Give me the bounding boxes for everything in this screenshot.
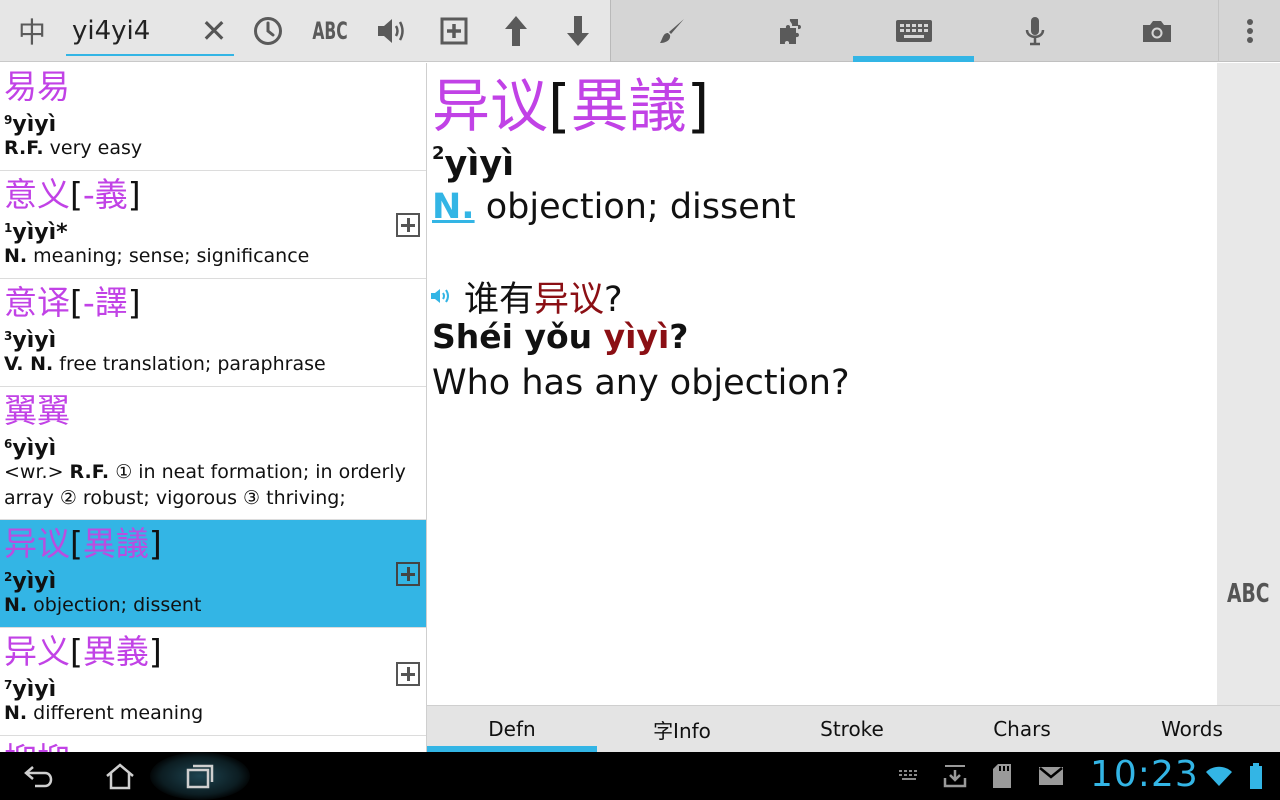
headword: 易易 — [4, 67, 70, 106]
brush-icon — [660, 19, 684, 43]
example-hanzi: 谁有异议? — [464, 280, 623, 320]
keyboard-icon — [895, 20, 932, 42]
detail-tabs: Defn 字Info Stroke Chars Words — [427, 705, 1280, 752]
back-button[interactable] — [0, 752, 80, 800]
search-toolbar: 中 ✕ ABC — [0, 0, 610, 62]
part-of-speech-link[interactable]: N. — [432, 187, 475, 227]
camera-icon — [1143, 21, 1171, 42]
add-to-list-icon[interactable] — [396, 213, 420, 237]
side-strip: ABC — [1217, 63, 1280, 705]
list-item[interactable]: 翼翼 6yìyì <wr.> R.F. ① in neat formation;… — [0, 387, 426, 520]
plus-box-icon — [440, 17, 468, 45]
keyboard-mode-button[interactable] — [853, 0, 974, 62]
voice-mode-button[interactable] — [975, 0, 1095, 62]
arrow-down-icon — [567, 16, 589, 46]
keyboard-status-icon — [896, 752, 924, 800]
previous-entry-button[interactable] — [494, 0, 538, 62]
pinyin: 3yìyì — [4, 328, 57, 353]
home-icon — [106, 763, 134, 790]
home-button[interactable] — [80, 752, 160, 800]
puzzle-icon — [780, 19, 801, 44]
recent-apps-button[interactable] — [160, 752, 240, 800]
history-button[interactable] — [246, 0, 290, 62]
add-to-list-icon[interactable] — [396, 562, 420, 586]
example-pinyin: Shéi yǒu yìyì? — [432, 317, 689, 356]
detail-pinyin: 2yìyì — [432, 143, 515, 184]
arrow-up-icon — [505, 16, 527, 46]
headword: 异义[異義] — [4, 632, 162, 671]
example-translation: Who has any objection? — [432, 363, 850, 403]
handwriting-mode-button[interactable] — [612, 0, 732, 62]
status-clock: 10:23 — [1090, 754, 1199, 795]
gloss: R.F. very easy — [4, 137, 143, 159]
sd-card-status-icon — [988, 752, 1016, 800]
pinyin: 6yìyì — [4, 436, 57, 461]
abc-input-button[interactable]: ABC — [312, 0, 347, 62]
language-toggle-button[interactable]: 中 — [6, 0, 58, 62]
add-to-list-button[interactable] — [432, 0, 476, 62]
definition-pane: 异议[異議] 2yìyì N. objection; dissent 谁有异议?… — [428, 63, 1217, 705]
add-to-list-icon[interactable] — [396, 662, 420, 686]
headword: 翼翼 — [4, 391, 70, 430]
headword: 意译[-譯] — [4, 283, 141, 322]
detail-definition: N. objection; dissent — [432, 187, 796, 227]
list-item[interactable]: 抑抑 — [0, 736, 426, 752]
headword: 异议[異議] — [4, 524, 162, 563]
gloss: N. different meaning — [4, 702, 204, 724]
microphone-icon — [1025, 17, 1045, 46]
list-item[interactable]: 意译[-譯] 3yìyì V. N. free translation; par… — [0, 279, 426, 387]
gloss: N. objection; dissent — [4, 594, 202, 616]
mail-status-icon — [1036, 752, 1066, 800]
pinyin: 2yìyì — [4, 569, 57, 594]
next-entry-button[interactable] — [556, 0, 600, 62]
tab-stroke[interactable]: Stroke — [767, 706, 937, 752]
pronounce-button[interactable] — [370, 0, 414, 62]
list-item[interactable]: 意义[-義] 1yìyì* N. meaning; sense; signifi… — [0, 171, 426, 279]
detail-headword: 异议[異議] — [432, 72, 710, 140]
clear-search-button[interactable]: ✕ — [192, 0, 236, 62]
pinyin: 7yìyì — [4, 677, 57, 702]
result-list[interactable]: 易易 9yìyì R.F. very easy 意义[-義] 1yìyì* N.… — [0, 63, 427, 752]
list-item-selected[interactable]: 异议[異議] 2yìyì N. objection; dissent — [0, 520, 426, 628]
tab-words[interactable]: Words — [1107, 706, 1277, 752]
tab-definition[interactable]: Defn — [427, 706, 597, 752]
tab-chars[interactable]: Chars — [937, 706, 1107, 752]
more-vertical-icon — [1246, 19, 1253, 43]
tab-character-info[interactable]: 字Info — [597, 706, 767, 752]
pinyin: 9yìyì — [4, 112, 57, 137]
overflow-menu-button[interactable] — [1218, 0, 1280, 62]
pinyin: 1yìyì* — [4, 220, 68, 245]
gloss: <wr.> R.F. ① in neat formation; in order… — [4, 461, 406, 509]
search-input[interactable] — [72, 14, 192, 48]
radical-mode-button[interactable] — [732, 0, 852, 62]
battery-icon — [1244, 752, 1268, 800]
example-speaker-icon[interactable] — [430, 287, 456, 309]
headword: 意义[-義] — [4, 175, 141, 214]
gloss: N. meaning; sense; significance — [4, 245, 310, 267]
side-abc-button[interactable]: ABC — [1227, 579, 1270, 609]
wifi-icon — [1204, 752, 1234, 800]
speaker-icon — [378, 19, 404, 43]
download-status-icon — [940, 752, 970, 800]
camera-mode-button[interactable] — [1097, 0, 1217, 62]
list-item[interactable]: 异义[異義] 7yìyì N. different meaning — [0, 628, 426, 736]
list-item[interactable]: 易易 9yìyì R.F. very easy — [0, 63, 426, 171]
gloss: V. N. free translation; paraphrase — [4, 353, 326, 375]
top-toolbar: 中 ✕ ABC — [0, 0, 1280, 62]
back-icon — [24, 766, 53, 788]
clock-icon — [254, 17, 282, 45]
recent-apps-icon — [186, 764, 214, 789]
headword: 抑抑 — [4, 736, 426, 752]
system-bar: 10:23 — [0, 752, 1280, 800]
